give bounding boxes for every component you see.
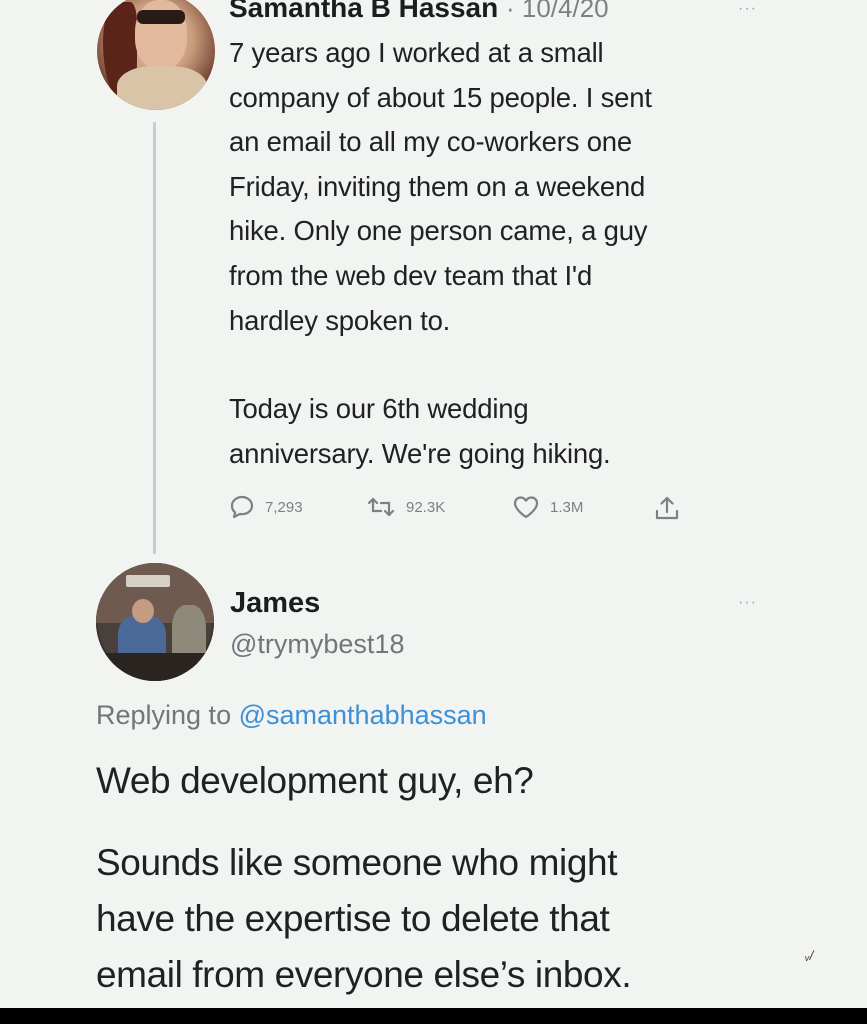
tweet1-line: 7 years ago I worked at a small (229, 37, 604, 68)
tweet1-line: Today is our 6th wedding (229, 393, 529, 425)
watermark: ᵥ/ (805, 948, 814, 963)
tweet2-author-name[interactable]: James (230, 585, 320, 621)
avatar-samantha[interactable] (97, 0, 215, 110)
tweet1-author-name[interactable]: Samantha B Hassan (229, 0, 498, 23)
tweet1-line: company of about 15 people. I sent (229, 81, 652, 113)
avatar-sign (126, 575, 170, 587)
tweet2-line: email from everyone else’s inbox. (96, 954, 632, 995)
share-button[interactable] (653, 494, 681, 522)
avatar-shoulder (117, 66, 207, 110)
thread-connector-line (153, 122, 156, 554)
tweet1-line: anniversary. We're going hiking. (229, 437, 611, 469)
like-button[interactable]: 1.3M (512, 494, 583, 520)
tweet2-line: Web development guy, eh? (96, 760, 534, 801)
bottom-black-bar (0, 1008, 867, 1024)
avatar-sunglasses (137, 10, 185, 24)
tweet1-action-bar: 7,293 92.3K 1.3M (229, 494, 689, 524)
like-count: 1.3M (550, 498, 584, 516)
replying-to-mention-link[interactable]: @samanthabhassan (239, 700, 487, 730)
retweet-button[interactable]: 92.3K (366, 494, 445, 520)
replying-to-line: Replying to @samanthabhassan (96, 696, 487, 734)
tweet2-line: Sounds like someone who might (96, 842, 618, 883)
heart-icon (513, 496, 539, 519)
tweet2-author-handle[interactable]: @trymybest18 (230, 626, 404, 662)
tweet2-more-options-icon[interactable]: ··· (738, 594, 757, 612)
retweet-icon (367, 497, 395, 517)
tweet1-line: from the web dev team that I'd (229, 259, 593, 291)
reply-icon (230, 495, 254, 519)
tweet1-date[interactable]: · 10/4/20 (506, 0, 609, 23)
tweet2-line: have the expertise to delete that (96, 898, 610, 939)
avatar-table (96, 653, 214, 681)
tweet1-more-options-icon[interactable]: ··· (738, 0, 757, 18)
reply-count: 7,293 (265, 498, 303, 516)
tweet1-text: 7 years ago I worked at a small company … (229, 31, 829, 476)
retweet-count: 92.3K (406, 498, 446, 516)
avatar-james[interactable] (96, 563, 214, 681)
replying-to-label: Replying to (96, 700, 232, 730)
tweet1-line: Friday, inviting them on a weekend (229, 170, 646, 202)
tweet1-line: hardley spoken to. (229, 304, 451, 336)
tweet1-line: hike. Only one person came, a guy (229, 215, 648, 247)
reply-button[interactable]: 7,293 (229, 494, 303, 520)
tweet2-text: Web development guy, eh? Sounds like som… (96, 753, 796, 1003)
tweet1-header: Samantha B Hassan · 10/4/20 (229, 0, 609, 26)
avatar-head (132, 599, 154, 623)
tweet1-line: an email to all my co-workers one (229, 126, 632, 158)
share-icon (655, 496, 679, 520)
